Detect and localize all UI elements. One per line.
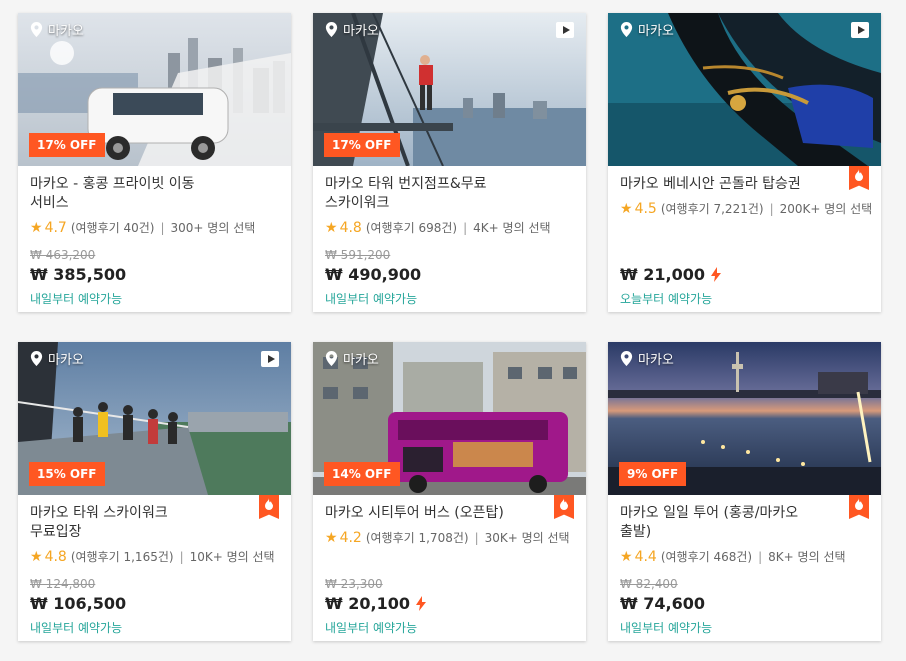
star-icon: ★ — [620, 548, 633, 565]
map-pin-icon — [620, 351, 633, 366]
card-image[interactable]: 마카오 — [608, 13, 881, 166]
map-pin-icon — [325, 351, 338, 366]
rating-row: ★ 4.8 (여행후기 1,165건) | 10K+ 명의 선택 — [30, 548, 275, 565]
location-tag: 마카오 — [30, 20, 84, 39]
review-count: (여행후기 1,165건) — [70, 550, 174, 564]
location-label: 마카오 — [48, 353, 84, 368]
play-icon[interactable] — [261, 351, 279, 367]
play-icon[interactable] — [556, 22, 574, 38]
location-label: 마카오 — [638, 24, 674, 39]
card-title[interactable]: 마카오 시티투어 버스 (오픈탑) — [325, 504, 574, 523]
location-tag: 마카오 — [620, 20, 674, 39]
booked-count: 10K+ 명의 선택 — [189, 550, 275, 564]
activity-card[interactable]: 마카오 14% OFF 마카오 시티투어 버스 (오픈탑) ★ 4.2 (여행후기 … — [313, 342, 586, 641]
review-count: (여행후기 40건) — [70, 221, 155, 235]
booked-count: 30K+ 명의 선택 — [484, 531, 570, 545]
rating-value: 4.8 — [44, 548, 67, 565]
map-pin-icon — [30, 22, 43, 37]
review-count: (여행후기 468건) — [660, 550, 753, 564]
rating-value: 4.2 — [339, 529, 362, 546]
card-image[interactable]: 마카오 14% OFF — [313, 342, 586, 495]
location-tag: 마카오 — [325, 20, 379, 39]
original-price: ₩ 23,300 — [325, 577, 383, 591]
rating-row: ★ 4.4 (여행후기 468건) | 8K+ 명의 선택 — [620, 548, 846, 565]
location-label: 마카오 — [48, 24, 84, 39]
review-count: (여행후기 7,221건) — [660, 202, 764, 216]
card-title[interactable]: 마카오 베네시안 곤돌라 탑승권 — [620, 175, 869, 194]
location-label: 마카오 — [343, 24, 379, 39]
price: ₩ 21,000 — [620, 265, 721, 284]
rating-value: 4.7 — [44, 219, 67, 236]
booked-count: 200K+ 명의 선택 — [779, 202, 873, 216]
location-tag: 마카오 — [620, 349, 674, 368]
location-tag: 마카오 — [30, 349, 84, 368]
original-price: ₩ 82,400 — [620, 577, 678, 591]
rating-row: ★ 4.7 (여행후기 40건) | 300+ 명의 선택 — [30, 219, 256, 236]
availability: 내일부터 예약가능 — [30, 621, 123, 635]
booked-count: 4K+ 명의 선택 — [473, 221, 551, 235]
discount-badge: 17% OFF — [29, 133, 105, 157]
price: ₩ 106,500 — [30, 594, 127, 613]
play-icon[interactable] — [851, 22, 869, 38]
review-count: (여행후기 1,708건) — [365, 531, 469, 545]
rating-value: 4.8 — [339, 219, 362, 236]
availability: 내일부터 예약가능 — [325, 621, 418, 635]
card-image[interactable]: 마카오 15% OFF — [18, 342, 291, 495]
discount-badge: 17% OFF — [324, 133, 400, 157]
activity-card[interactable]: 마카오 17% OFF 마카오 - 홍콩 프라이빗 이동 서비스 ★ 4.7 (여행후… — [18, 13, 291, 312]
activity-grid: 마카오 17% OFF 마카오 - 홍콩 프라이빗 이동 서비스 ★ 4.7 (여행후… — [0, 0, 906, 661]
activity-card[interactable]: 마카오 9% OFF 마카오 일일 투어 (홍콩/마카오 출발) ★ 4.4 (여행후… — [608, 342, 881, 641]
activity-card[interactable]: 마카오 15% OFF 마카오 타워 스카이워크 무료입장 ★ 4.8 (여행후기 1… — [18, 342, 291, 641]
discount-badge: 9% OFF — [619, 462, 687, 486]
map-pin-icon — [30, 351, 43, 366]
rating-row: ★ 4.2 (여행후기 1,708건) | 30K+ 명의 선택 — [325, 529, 570, 546]
price: ₩ 20,100 — [325, 594, 426, 613]
price: ₩ 490,900 — [325, 265, 422, 284]
lightning-icon — [710, 267, 721, 282]
card-title[interactable]: 마카오 일일 투어 (홍콩/마카오 출발) — [620, 504, 869, 542]
location-tag: 마카오 — [325, 349, 379, 368]
price: ₩ 74,600 — [620, 594, 705, 613]
discount-badge: 14% OFF — [324, 462, 400, 486]
star-icon: ★ — [620, 200, 633, 217]
availability: 내일부터 예약가능 — [30, 292, 123, 306]
availability: 오늘부터 예약가능 — [620, 292, 713, 306]
rating-value: 4.5 — [634, 200, 657, 217]
map-pin-icon — [325, 22, 338, 37]
star-icon: ★ — [30, 548, 43, 565]
rating-value: 4.4 — [634, 548, 657, 565]
card-image[interactable]: 마카오 17% OFF — [18, 13, 291, 166]
location-label: 마카오 — [638, 353, 674, 368]
rating-row: ★ 4.5 (여행후기 7,221건) | 200K+ 명의 선택 — [620, 200, 873, 217]
card-image[interactable]: 마카오 17% OFF — [313, 13, 586, 166]
card-title[interactable]: 마카오 타워 번지점프&무료 스카이워크 — [325, 175, 574, 213]
card-image[interactable]: 마카오 9% OFF — [608, 342, 881, 495]
booked-count: 8K+ 명의 선택 — [768, 550, 846, 564]
star-icon: ★ — [325, 529, 338, 546]
review-count: (여행후기 698건) — [365, 221, 458, 235]
original-price: ₩ 591,200 — [325, 248, 391, 262]
activity-card[interactable]: 마카오 17% OFF 마카오 타워 번지점프&무료 스카이워크 ★ 4.8 (여행후… — [313, 13, 586, 312]
map-pin-icon — [620, 22, 633, 37]
booked-count: 300+ 명의 선택 — [170, 221, 256, 235]
location-label: 마카오 — [343, 353, 379, 368]
availability: 내일부터 예약가능 — [325, 292, 418, 306]
discount-badge: 15% OFF — [29, 462, 105, 486]
price: ₩ 385,500 — [30, 265, 127, 284]
availability: 내일부터 예약가능 — [620, 621, 713, 635]
star-icon: ★ — [30, 219, 43, 236]
lightning-icon — [415, 596, 426, 611]
activity-card[interactable]: 마카오 마카오 베네시안 곤돌라 탑승권 ★ 4.5 (여행후기 7,221건) | 2… — [608, 13, 881, 312]
card-title[interactable]: 마카오 타워 스카이워크 무료입장 — [30, 504, 279, 542]
star-icon: ★ — [325, 219, 338, 236]
card-title[interactable]: 마카오 - 홍콩 프라이빗 이동 서비스 — [30, 175, 279, 213]
original-price: ₩ 463,200 — [30, 248, 96, 262]
rating-row: ★ 4.8 (여행후기 698건) | 4K+ 명의 선택 — [325, 219, 551, 236]
original-price: ₩ 124,800 — [30, 577, 96, 591]
